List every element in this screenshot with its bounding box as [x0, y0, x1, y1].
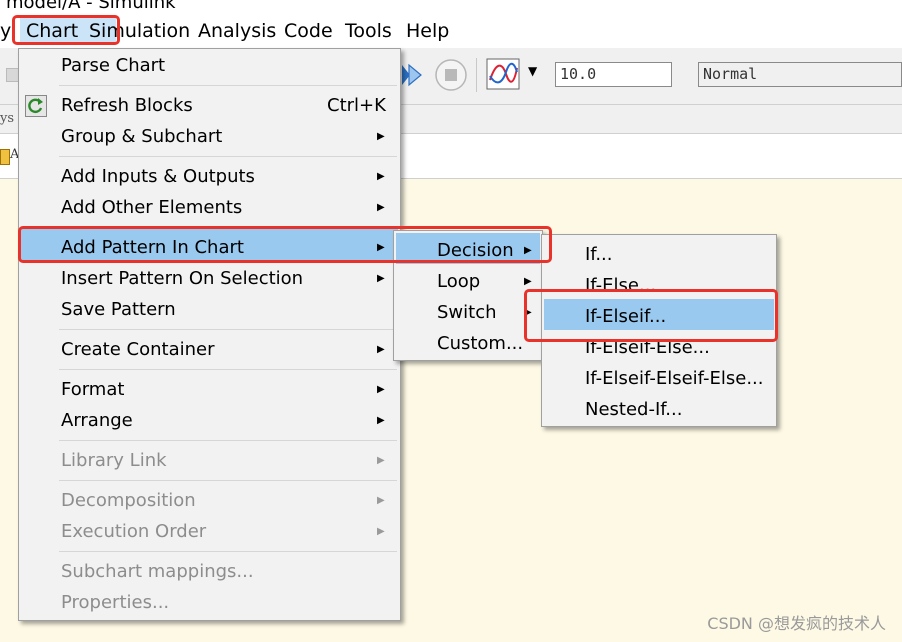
window-title: model/A - Simulink: [6, 0, 176, 13]
menu-separator: [59, 156, 397, 157]
menu-item-if-elseif-elseif-else[interactable]: If-Elseif-Elseif-Else...: [585, 368, 764, 389]
submenu-arrow-icon: ▶: [377, 344, 385, 355]
menu-item-decomposition: Decomposition: [61, 490, 196, 511]
menu-item-switch[interactable]: Switch: [437, 302, 497, 323]
submenu-arrow-icon: ▶: [377, 131, 385, 142]
title-bar: model/A - Simulink: [0, 0, 902, 14]
menu-separator: [59, 329, 397, 330]
menu-display[interactable]: y: [0, 20, 11, 42]
menu-bar: y Chart Simulation Analysis Code Tools H…: [0, 14, 902, 48]
submenu-arrow-icon: ▶: [377, 202, 385, 213]
menu-item-add-other-elements[interactable]: Add Other Elements: [61, 197, 242, 218]
submenu-arrow-icon: ▶: [524, 276, 532, 287]
menu-item-if[interactable]: If...: [585, 244, 613, 265]
submenu-arrow-icon: ▶: [377, 526, 385, 537]
menu-analysis[interactable]: Analysis: [198, 20, 276, 42]
address-fragment: ys: [0, 111, 15, 126]
menu-item-add-inputs-outputs[interactable]: Add Inputs & Outputs: [61, 166, 255, 187]
refresh-icon: [25, 95, 47, 117]
menu-item-insert-pattern-on-selection[interactable]: Insert Pattern On Selection: [61, 268, 303, 289]
run-step-icon[interactable]: [398, 62, 424, 88]
chart-tab-icon: [0, 149, 10, 165]
menu-item-custom[interactable]: Custom...: [437, 333, 523, 354]
menu-item-arrange[interactable]: Arrange: [61, 410, 133, 431]
menu-item-format[interactable]: Format: [61, 379, 124, 400]
menu-separator: [59, 551, 397, 552]
submenu-arrow-icon: ▶: [377, 455, 385, 466]
scope-dropdown-icon[interactable]: ▼: [528, 64, 537, 78]
submenu-arrow-icon: ▶: [377, 495, 385, 506]
menu-separator: [59, 85, 397, 86]
refresh-shortcut: Ctrl+K: [327, 95, 386, 116]
menu-item-subchart-mappings: Subchart mappings...: [61, 561, 254, 582]
scope-icon[interactable]: [486, 58, 520, 90]
menu-code[interactable]: Code: [284, 20, 333, 42]
menu-tools[interactable]: Tools: [345, 20, 392, 42]
stop-icon[interactable]: [434, 58, 468, 92]
menu-separator: [59, 480, 397, 481]
submenu-arrow-icon: ▶: [377, 384, 385, 395]
menu-item-group-subchart[interactable]: Group & Subchart: [61, 126, 222, 147]
menu-item-parse-chart[interactable]: Parse Chart: [61, 55, 165, 76]
sim-mode-select[interactable]: Normal: [698, 62, 902, 87]
annotation-box-chart-menu: [12, 15, 120, 45]
submenu-arrow-icon: ▶: [377, 415, 385, 426]
menu-item-create-container[interactable]: Create Container: [61, 339, 215, 360]
toolbar-divider: [476, 58, 477, 92]
menu-item-nested-if[interactable]: Nested-If...: [585, 399, 682, 420]
submenu-arrow-icon: ▶: [377, 273, 385, 284]
menu-item-refresh-blocks[interactable]: Refresh Blocks: [61, 95, 193, 116]
menu-item-execution-order: Execution Order: [61, 521, 207, 542]
menu-item-library-link: Library Link: [61, 450, 167, 471]
menu-item-save-pattern[interactable]: Save Pattern: [61, 299, 176, 320]
annotation-box-add-pattern: [18, 226, 552, 263]
submenu-arrow-icon: ▶: [377, 171, 385, 182]
menu-separator: [59, 440, 397, 441]
menu-separator: [59, 369, 397, 370]
menu-item-properties: Properties...: [61, 592, 170, 613]
stop-time-input[interactable]: 10.0: [555, 62, 672, 87]
menu-help[interactable]: Help: [406, 20, 449, 42]
chart-menu: Parse Chart Refresh Blocks Ctrl+K Group …: [18, 48, 401, 621]
annotation-box-if-elseif: [524, 289, 778, 342]
menu-item-loop[interactable]: Loop: [437, 271, 480, 292]
watermark: CSDN @想发疯的技术人: [707, 614, 886, 633]
